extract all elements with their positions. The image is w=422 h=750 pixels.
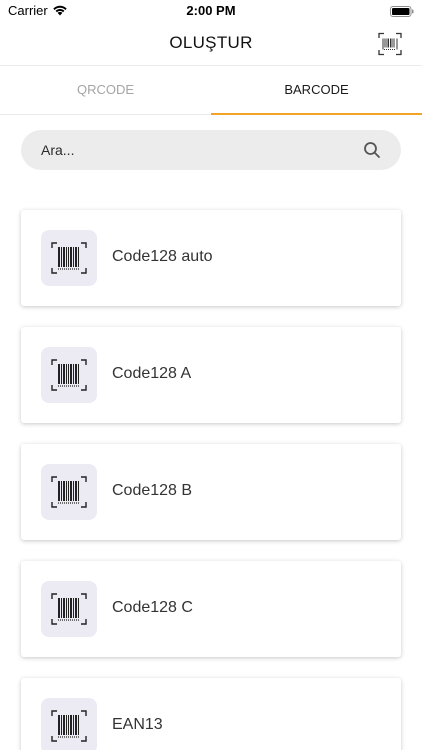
list-item-label: Code128 C: [112, 599, 193, 616]
tab-qrcode[interactable]: QRCODE: [0, 66, 211, 114]
status-bar: Carrier 2:00 PM: [0, 0, 422, 22]
barcode-scan-icon[interactable]: [378, 32, 402, 56]
clock: 2:00 PM: [186, 3, 236, 18]
screen: Carrier 2:00 PM OLUŞTUR QRCODE BARCODE A…: [0, 0, 422, 750]
list-item-label: Code128 B: [112, 482, 193, 499]
barcode-icon: [41, 230, 97, 286]
list-item-label: EAN13: [112, 716, 163, 733]
list-item[interactable]: EAN13: [21, 678, 401, 750]
active-tab-indicator: [211, 113, 422, 115]
list-item[interactable]: Code128 auto: [21, 210, 401, 306]
barcode-icon: [41, 347, 97, 403]
search-icon[interactable]: [363, 141, 381, 159]
nav-bar: OLUŞTUR: [0, 22, 422, 66]
battery-icon: [390, 4, 414, 17]
search-box[interactable]: [21, 130, 401, 170]
barcode-icon: [41, 698, 97, 750]
list-item[interactable]: Code128 C: [21, 561, 401, 657]
list-item-label: Code128 auto: [112, 248, 213, 265]
list-item[interactable]: Code128 A: [21, 327, 401, 423]
search-input[interactable]: [41, 130, 341, 170]
list-item[interactable]: Code128 B: [21, 444, 401, 540]
barcode-icon: [41, 581, 97, 637]
barcode-icon: [41, 464, 97, 520]
page-title: OLUŞTUR: [169, 33, 253, 52]
tab-barcode[interactable]: BARCODE: [211, 66, 422, 114]
list-item-label: Code128 A: [112, 365, 192, 382]
tab-bar: QRCODE BARCODE: [0, 66, 422, 115]
